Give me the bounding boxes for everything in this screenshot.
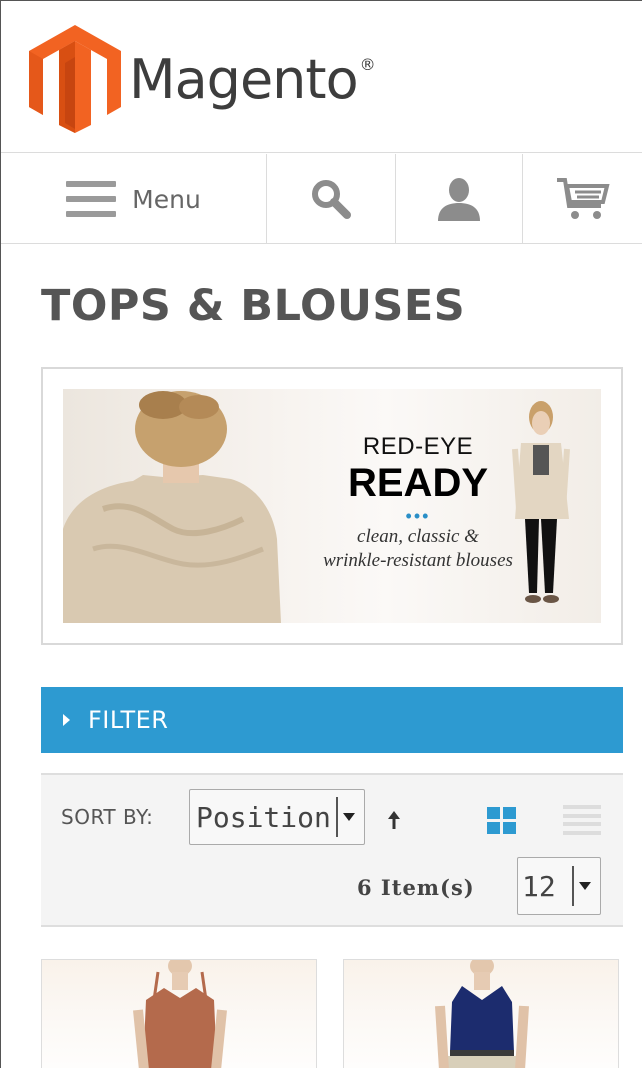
- chevron-down-icon: [572, 866, 596, 906]
- banner-line-1: RED-EYE: [362, 433, 474, 460]
- page-limit-value: 12: [522, 869, 556, 903]
- cart-button[interactable]: [523, 154, 642, 244]
- account-icon: [438, 178, 480, 221]
- caret-right-icon: [63, 714, 70, 726]
- sort-by-select[interactable]: Position: [189, 789, 365, 845]
- page-title: TOPS & BLOUSES: [41, 281, 466, 331]
- product-card[interactable]: [41, 959, 317, 1068]
- hamburger-icon: [66, 181, 117, 217]
- brand-name: Magento ®: [129, 48, 376, 111]
- chevron-down-icon: [336, 797, 360, 837]
- magento-logo-icon: [29, 25, 121, 133]
- product-card[interactable]: [343, 959, 619, 1068]
- site-logo[interactable]: Magento ®: [29, 25, 376, 133]
- sort-by-label: SORT BY:: [61, 805, 154, 829]
- sort-direction-arrow-icon[interactable]: [387, 805, 401, 833]
- banner-line-2: READY: [347, 461, 489, 505]
- site-header: Magento ®: [1, 1, 642, 153]
- search-button[interactable]: [267, 154, 396, 244]
- cart-icon: [557, 178, 610, 219]
- promo-banner[interactable]: RED-EYE READY ••• clean, classic & wrink…: [41, 367, 623, 645]
- product-image: [42, 960, 316, 1068]
- banner-line-4: wrinkle-resistant blouses: [323, 550, 513, 571]
- menu-label: Menu: [132, 184, 201, 214]
- search-icon: [312, 180, 351, 219]
- filter-toggle[interactable]: FILTER: [41, 687, 623, 753]
- grid-view-icon[interactable]: [487, 807, 517, 835]
- banner-text: RED-EYE READY ••• clean, classic & wrink…: [293, 433, 543, 573]
- page-frame: Magento ® Menu TOPS & BLOUSES RED-EYE RE…: [0, 0, 642, 1068]
- menu-button[interactable]: Menu: [1, 154, 267, 244]
- product-photo-tank-top: [435, 960, 529, 1068]
- page-limit-select[interactable]: 12: [517, 857, 601, 915]
- banner-line-3: clean, classic &: [357, 526, 479, 547]
- items-count: 6 Item(s): [357, 875, 475, 900]
- account-button[interactable]: [396, 154, 523, 244]
- products-toolbar: SORT BY: Position 6 Item(s) 12: [41, 773, 623, 927]
- promo-banner-image: RED-EYE READY ••• clean, classic & wrink…: [63, 389, 601, 623]
- product-image: [344, 960, 618, 1068]
- product-photo-camisole: [133, 960, 227, 1068]
- list-view-icon[interactable]: [563, 805, 601, 835]
- sort-by-value: Position: [196, 800, 331, 834]
- banner-dots: •••: [405, 506, 431, 526]
- mobile-nav-bar: Menu: [1, 154, 642, 244]
- brand-registered-mark: ®: [359, 55, 376, 74]
- filter-label: FILTER: [88, 706, 169, 734]
